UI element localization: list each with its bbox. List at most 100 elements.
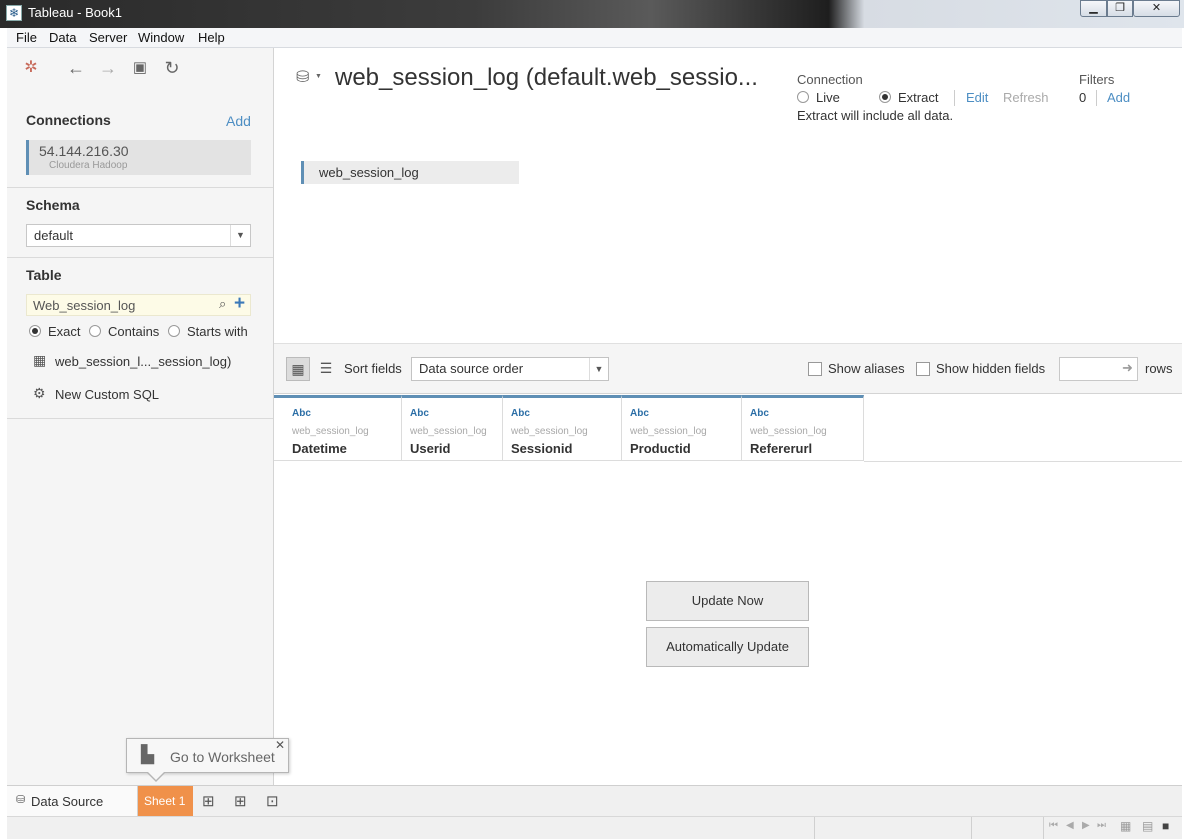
new-dashboard-icon[interactable]: ⊞ (234, 792, 247, 810)
refresh-icon[interactable]: ↻ (162, 58, 182, 78)
datasource-title[interactable]: web_session_log (default.web_sessio... (335, 64, 758, 92)
forward-arrow-icon[interactable]: → (98, 58, 118, 78)
schema-value: default (34, 228, 74, 243)
status-bar: ⏮ ◀ ▶ ⏭ ▦ ▤ ■ (7, 816, 1182, 839)
starts-with-label: Starts with (187, 324, 248, 339)
table-search-input[interactable]: Web_session_log ⌕ + (26, 293, 251, 316)
field-name: Productid (630, 441, 691, 456)
field-name: Datetime (292, 441, 347, 456)
filters-count: 0 (1079, 90, 1087, 105)
new-custom-sql-item[interactable]: ⚙ New Custom SQL (26, 381, 266, 407)
maximize-button[interactable]: ❐ (1107, 0, 1133, 17)
new-worksheet-icon[interactable]: ⊞ (202, 792, 215, 810)
connections-heading: Connections (26, 112, 111, 128)
list-view-icon[interactable]: ☰ (314, 357, 338, 381)
add-filter-link[interactable]: Add (1107, 90, 1130, 105)
menu-server[interactable]: Server (89, 30, 127, 45)
starts-with-radio[interactable] (168, 325, 180, 337)
schema-dropdown[interactable]: default ▼ (26, 224, 251, 247)
sort-fields-value: Data source order (419, 361, 524, 376)
add-connection-link[interactable]: Add (226, 113, 251, 129)
divider (7, 418, 273, 419)
grid-view-icon[interactable]: ▦ (286, 357, 310, 381)
menu-file[interactable]: File (16, 30, 37, 45)
field-name: Userid (410, 441, 451, 456)
rows-input[interactable]: ➜ (1059, 357, 1138, 381)
canvas-table-chip[interactable]: web_session_log (301, 161, 519, 184)
divider (1096, 90, 1097, 106)
go-to-worksheet-tooltip[interactable]: ▙ Go to Worksheet ✕ (126, 738, 289, 773)
string-type-icon: Abc (410, 408, 429, 419)
show-hidden-fields-checkbox[interactable] (916, 362, 930, 376)
save-icon[interactable]: ▣ (130, 58, 150, 78)
tabs-view-icon[interactable]: ■ (1162, 819, 1169, 833)
update-now-button[interactable]: Update Now (646, 581, 809, 621)
tableau-logo-icon[interactable]: ✲ (21, 58, 41, 78)
close-icon[interactable]: ✕ (275, 738, 285, 752)
chevron-down-icon[interactable]: ▼ (589, 358, 608, 380)
divider (1043, 817, 1044, 839)
live-radio[interactable] (797, 91, 809, 103)
connection-type: Cloudera Hadoop (49, 160, 128, 171)
bar-chart-icon: ▙ (141, 745, 155, 764)
custom-sql-label: New Custom SQL (55, 387, 160, 402)
field-column-userid[interactable]: Abc web_session_log Userid (402, 395, 503, 461)
connection-item[interactable]: 54.144.216.30 Cloudera Hadoop (26, 140, 251, 175)
extract-label: Extract (898, 90, 939, 105)
live-label: Live (816, 90, 840, 105)
contains-radio[interactable] (89, 325, 101, 337)
field-column-productid[interactable]: Abc web_session_log Productid (622, 395, 742, 461)
custom-sql-icon: ⚙ (33, 385, 46, 401)
refresh-link[interactable]: Refresh (1003, 90, 1049, 105)
prev-sheet-icon[interactable]: ◀ (1066, 820, 1074, 831)
table-result-label: web_session_l..._session_log) (55, 354, 232, 369)
first-sheet-icon[interactable]: ⏮ (1049, 820, 1058, 831)
table-result-item[interactable]: ▦ web_session_l..._session_log) (26, 348, 266, 374)
field-source: web_session_log (511, 426, 588, 437)
datasource-cylinder-icon[interactable]: ⛁ (296, 67, 309, 87)
divider (971, 817, 972, 839)
filters-label: Filters (1079, 72, 1115, 87)
tab-data-source[interactable]: ⛁ Data Source (7, 786, 138, 816)
extract-note: Extract will include all data. (797, 108, 954, 123)
menu-bar: File Data Server Window Help (7, 28, 1182, 48)
table-grid-icon: ▦ (33, 352, 47, 368)
field-column-datetime[interactable]: Abc web_session_log Datetime (274, 395, 402, 461)
show-aliases-checkbox[interactable] (808, 362, 822, 376)
field-source: web_session_log (292, 426, 369, 437)
minimize-button[interactable]: ▁ (1080, 0, 1107, 17)
edit-link[interactable]: Edit (966, 90, 988, 105)
field-name: Sessionid (511, 441, 573, 456)
exact-radio[interactable] (29, 325, 41, 337)
string-type-icon: Abc (750, 408, 769, 419)
connection-label: Connection (797, 72, 863, 87)
automatically-update-button[interactable]: Automatically Update (646, 627, 809, 667)
arrow-right-icon[interactable]: ➜ (1122, 360, 1133, 376)
filmstrip-icon[interactable]: ▤ (1142, 819, 1153, 833)
tableau-window: ❄ Tableau - Book1 ▁ ❐ ✕ File Data Server… (0, 0, 1184, 839)
window-title: Tableau - Book1 (28, 5, 122, 20)
new-story-icon[interactable]: ⊡ (266, 792, 279, 810)
title-bar: ❄ Tableau - Book1 ▁ ❐ ✕ (0, 0, 1184, 28)
extract-radio[interactable] (879, 91, 891, 103)
tab-sheet-1-label: Sheet 1 (144, 794, 186, 808)
canvas-table-label: web_session_log (319, 165, 419, 180)
close-window-button[interactable]: ✕ (1133, 0, 1180, 17)
chevron-down-icon[interactable]: ▼ (315, 73, 322, 80)
tab-sheet-1[interactable]: Sheet 1 (138, 786, 193, 816)
search-icon[interactable]: ⌕ (219, 296, 226, 312)
sort-fields-dropdown[interactable]: Data source order ▼ (411, 357, 609, 381)
menu-help[interactable]: Help (198, 30, 225, 45)
menu-data[interactable]: Data (49, 30, 76, 45)
plus-icon[interactable]: + (234, 293, 245, 315)
string-type-icon: Abc (511, 408, 530, 419)
back-arrow-icon[interactable]: ← (66, 58, 86, 78)
last-sheet-icon[interactable]: ⏭ (1097, 820, 1106, 831)
chevron-down-icon[interactable]: ▼ (230, 225, 250, 246)
field-column-sessionid[interactable]: Abc web_session_log Sessionid (503, 395, 622, 461)
table-search-value: Web_session_log (33, 298, 136, 313)
sheet-sorter-icon[interactable]: ▦ (1120, 819, 1131, 833)
menu-window[interactable]: Window (138, 30, 184, 45)
next-sheet-icon[interactable]: ▶ (1082, 820, 1090, 831)
field-column-refererurl[interactable]: Abc web_session_log Refererurl (742, 395, 864, 461)
